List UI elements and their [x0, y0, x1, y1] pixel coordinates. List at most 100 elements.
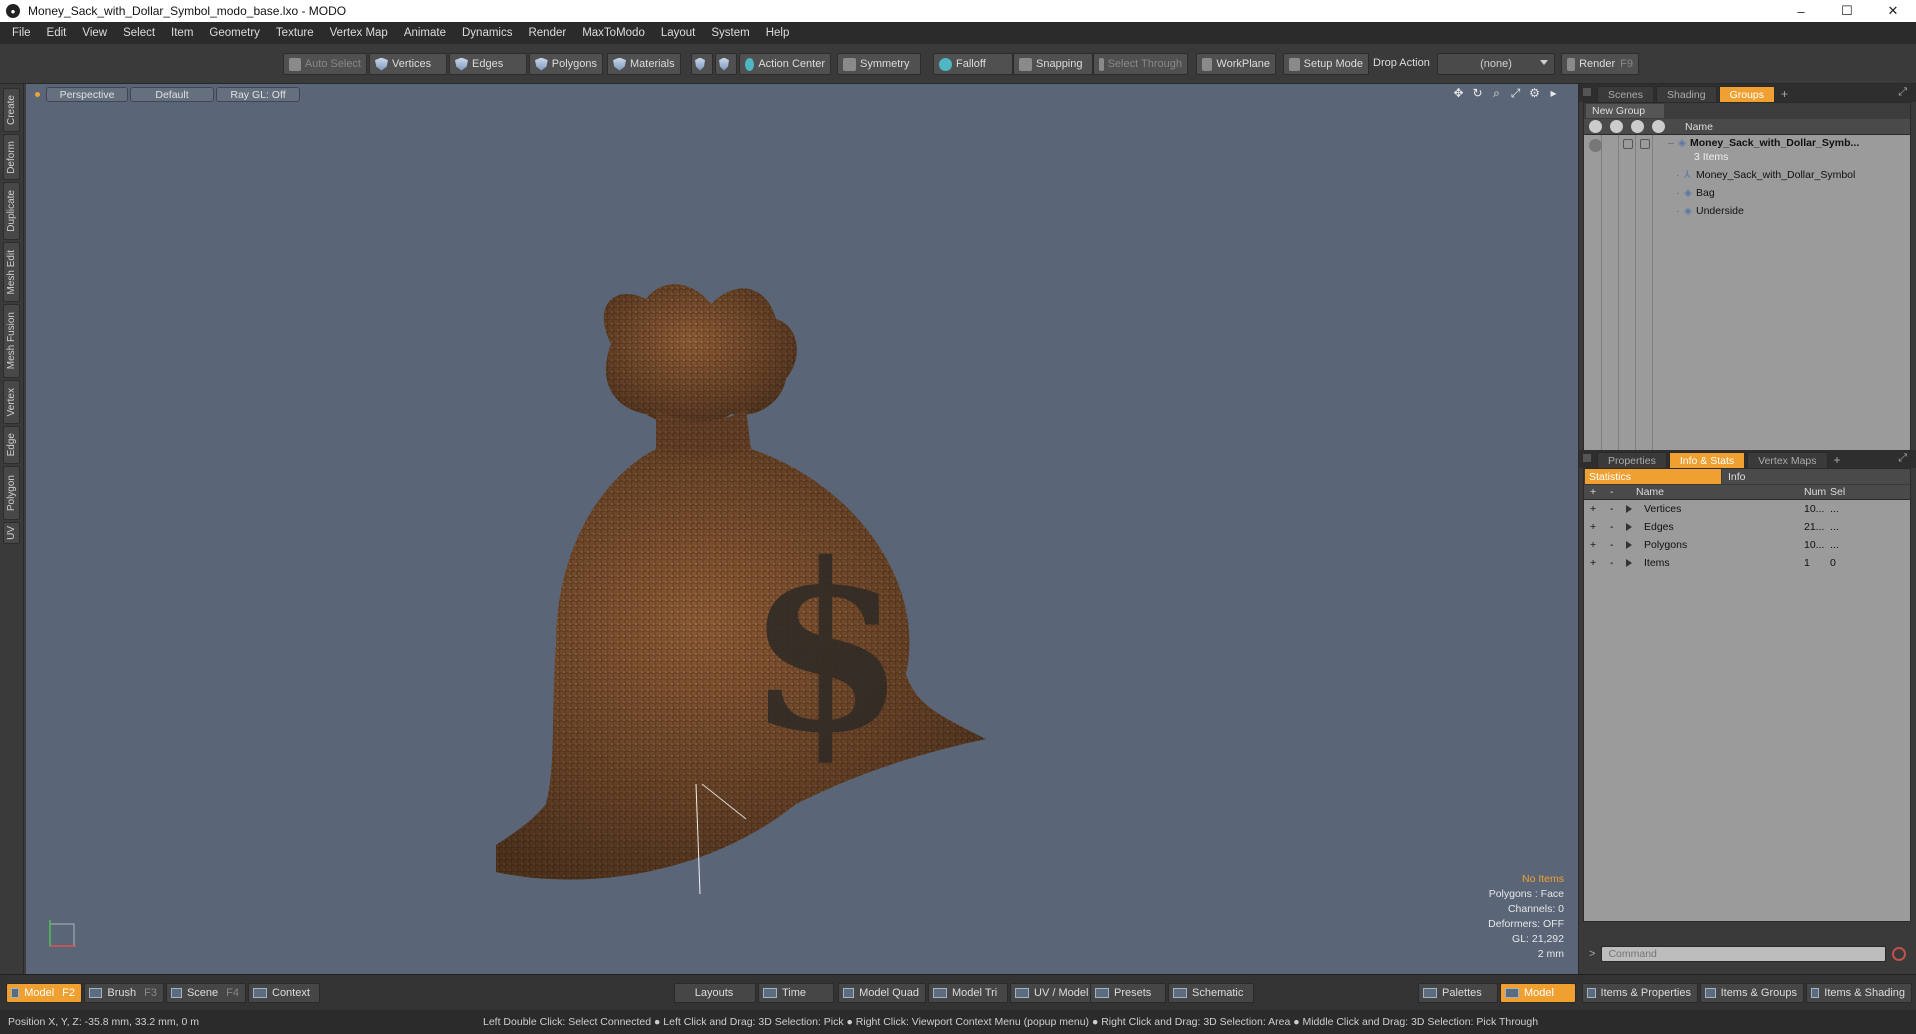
auto-select-button[interactable]: Auto Select [283, 53, 367, 75]
tab-shading[interactable]: Shading [1656, 86, 1717, 102]
items-groups-button[interactable]: Items & Groups [1700, 983, 1804, 1003]
menu-help[interactable]: Help [758, 22, 798, 44]
add-tab-button[interactable]: + [1781, 86, 1788, 102]
3d-viewport[interactable]: Perspective Default Ray GL: Off ✥ ↻ ⌕ ⤢ … [26, 84, 1578, 974]
select-toggle-icon[interactable] [1652, 120, 1665, 133]
disclosure-triangle-icon[interactable] [1626, 559, 1632, 567]
tab-duplicate[interactable]: Duplicate [3, 182, 20, 240]
panel-grip-icon[interactable] [1583, 88, 1591, 96]
expand-panel-icon[interactable]: ⤢ [1898, 452, 1907, 465]
items-properties-button[interactable]: Items & Properties [1582, 983, 1698, 1003]
disclosure-triangle-icon[interactable] [1626, 523, 1632, 531]
tab-create[interactable]: Create [3, 88, 20, 132]
workplane-button[interactable]: WorkPlane [1196, 53, 1276, 75]
scene-layout-button[interactable]: Scene F4 [166, 983, 246, 1003]
collapse-minus-icon[interactable]: - [1610, 521, 1614, 533]
brush-layout-button[interactable]: Brush F3 [84, 983, 164, 1003]
drop-action-select[interactable]: (none) [1437, 53, 1555, 75]
collapse-minus-icon[interactable]: - [1610, 539, 1614, 551]
menu-select[interactable]: Select [115, 22, 163, 44]
model-layout-button[interactable]: Model F2 [6, 983, 82, 1003]
tab-scenes[interactable]: Scenes [1597, 86, 1655, 102]
tab-mesh-fusion[interactable]: Mesh Fusion [3, 304, 20, 378]
tab-uv[interactable]: UV [3, 522, 20, 544]
model-tri-button[interactable]: Model Tri [928, 983, 1008, 1003]
close-button[interactable]: ✕ [1870, 0, 1916, 22]
select-through-button[interactable]: Select Through [1093, 53, 1188, 75]
expand-plus-icon[interactable]: + [1590, 539, 1596, 551]
polygons-button[interactable]: Polygons [529, 53, 603, 75]
context-button[interactable]: Context [248, 983, 320, 1003]
symmetry-button[interactable]: Symmetry [837, 53, 921, 75]
fit-icon[interactable]: ⤢ [1509, 87, 1522, 100]
tab-edge[interactable]: Edge [3, 426, 20, 464]
stats-row-polygons[interactable]: + - Polygons 10... ... [1584, 536, 1910, 554]
menu-view[interactable]: View [74, 22, 115, 44]
new-group-button[interactable]: New Group [1586, 104, 1664, 118]
panel-grip-icon[interactable] [1583, 454, 1591, 462]
group-child-row[interactable]: · ◈ Bag [1584, 187, 1910, 203]
menu-edit[interactable]: Edit [39, 22, 75, 44]
viewport-menu-dot[interactable] [35, 92, 40, 97]
pan-icon[interactable]: ✥ [1452, 87, 1465, 100]
expand-plus-icon[interactable]: + [1590, 557, 1596, 569]
group-row-root[interactable]: – ◈ Money_Sack_with_Dollar_Symb... 3 Ite… [1584, 137, 1910, 167]
expand-panel-icon[interactable]: ⤢ [1898, 86, 1907, 99]
setup-mode-button[interactable]: Setup Mode [1283, 53, 1369, 75]
falloff-button[interactable]: Falloff [933, 53, 1013, 75]
uv-model-button[interactable]: UV / Model [1010, 983, 1096, 1003]
menu-texture[interactable]: Texture [268, 22, 322, 44]
model-quad-button[interactable]: Model Quad [838, 983, 926, 1003]
add-tab-button[interactable]: + [1834, 452, 1841, 468]
tab-polygon[interactable]: Polygon [3, 466, 20, 520]
render-toggle-icon[interactable] [1610, 120, 1623, 133]
menu-system[interactable]: System [703, 22, 757, 44]
collapse-minus-icon[interactable]: - [1610, 503, 1614, 515]
minimize-button[interactable]: – [1778, 0, 1824, 22]
shading-select[interactable]: Default [130, 87, 214, 102]
stats-row-items[interactable]: + - Items 1 0 [1584, 554, 1910, 572]
disclosure-triangle-icon[interactable] [1626, 541, 1632, 549]
menu-item[interactable]: Item [163, 22, 201, 44]
menu-vertex-map[interactable]: Vertex Map [322, 22, 396, 44]
expand-arrow-icon[interactable]: ▸ [1547, 87, 1560, 100]
tab-groups[interactable]: Groups [1718, 86, 1776, 102]
schematic-button[interactable]: Schematic [1168, 983, 1254, 1003]
record-macro-icon[interactable] [1892, 947, 1907, 961]
maximize-button[interactable]: ☐ [1824, 0, 1870, 22]
menu-file[interactable]: File [4, 22, 39, 44]
menu-layout[interactable]: Layout [653, 22, 704, 44]
tab-statistics[interactable]: Statistics [1585, 469, 1721, 484]
model-layout-tab[interactable]: Model [1500, 983, 1576, 1003]
tab-mesh-edit[interactable]: Mesh Edit [3, 242, 20, 302]
collapse-minus-icon[interactable]: - [1610, 557, 1614, 569]
menu-render[interactable]: Render [520, 22, 574, 44]
menu-animate[interactable]: Animate [396, 22, 454, 44]
palettes-button[interactable]: Palettes [1418, 983, 1498, 1003]
render-button[interactable]: Render F9 [1561, 53, 1639, 75]
tab-vertex[interactable]: Vertex [3, 380, 20, 424]
group-child-row[interactable]: · ◈ Underside [1584, 205, 1910, 221]
presets-button[interactable]: Presets [1090, 983, 1166, 1003]
menu-maxtomodo[interactable]: MaxToModo [574, 22, 653, 44]
disclosure-triangle-icon[interactable] [1626, 505, 1632, 513]
money-sack-model[interactable]: $ [496, 244, 1116, 974]
tab-deform[interactable]: Deform [3, 134, 20, 180]
tab-info-stats[interactable]: Info & Stats [1668, 452, 1746, 468]
stats-row-vertices[interactable]: + - Vertices 10... ... [1584, 500, 1910, 518]
layouts-button[interactable]: Layouts [674, 983, 756, 1003]
rotate-icon[interactable]: ↻ [1471, 87, 1484, 100]
expand-plus-icon[interactable]: + [1590, 521, 1596, 533]
lock-icon[interactable] [1631, 120, 1644, 133]
view-type-select[interactable]: Perspective [46, 87, 128, 102]
materials-button[interactable]: Materials [607, 53, 681, 75]
snapping-button[interactable]: Snapping [1013, 53, 1093, 75]
items-shading-button[interactable]: Items & Shading [1806, 983, 1912, 1003]
settings-gear-icon[interactable]: ⚙ [1528, 87, 1541, 100]
lock-checkbox[interactable] [1623, 139, 1633, 149]
tab-info[interactable]: Info [1722, 469, 1910, 484]
stats-row-edges[interactable]: + - Edges 21... ... [1584, 518, 1910, 536]
raygl-toggle[interactable]: Ray GL: Off [216, 87, 300, 102]
tab-vertex-maps[interactable]: Vertex Maps [1747, 452, 1828, 468]
time-button[interactable]: Time [758, 983, 834, 1003]
